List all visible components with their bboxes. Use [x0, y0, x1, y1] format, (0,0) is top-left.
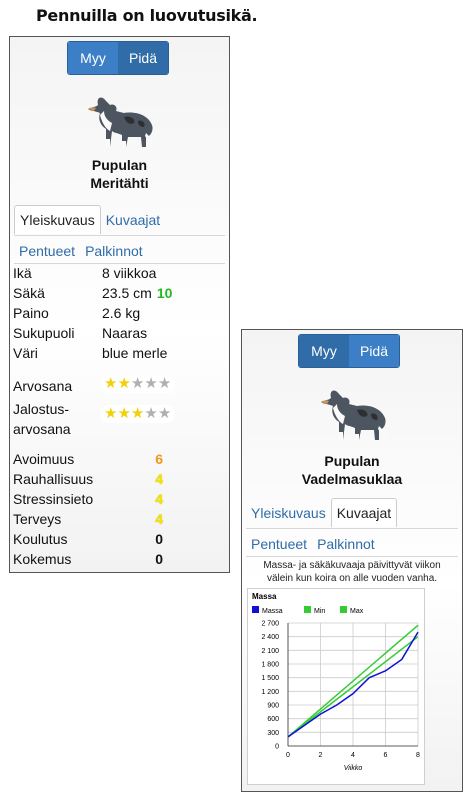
star-filled-icon: ★ [117, 405, 131, 422]
legend-swatch [252, 606, 259, 613]
tab-charts[interactable]: Kuvaajat [330, 498, 398, 527]
y-tick-label: 2 400 [261, 634, 279, 641]
star-empty-icon: ★ [157, 375, 172, 392]
y-tick-label: 2 100 [261, 648, 279, 655]
star-empty-icon: ★ [157, 405, 172, 422]
dog-card-vadelmasuklaa: Myy Pidä Pupulan Vadelmasuklaa Yleiskuva… [241, 329, 463, 792]
y-tick-label: 1 800 [261, 662, 279, 669]
stat-row-stress-tolerance: Stressinsieto 4 [13, 491, 163, 507]
x-tick-label: 2 [319, 752, 323, 759]
rating-label: Arvosana [13, 378, 73, 394]
star-empty-icon: ★ [144, 375, 158, 392]
star-filled-icon: ★ [104, 375, 118, 392]
x-tick-label: 8 [416, 752, 420, 759]
x-tick-label: 6 [384, 752, 388, 759]
dog-name-line1: Pupulan [91, 157, 148, 173]
stat-row-openness: Avoimuus 6 [13, 451, 163, 467]
dog-card-meritahti: Myy Pidä Pupulan Meritähti Yleiskuvaus K… [9, 36, 230, 573]
legend-label: Min [314, 608, 325, 615]
tab-litters[interactable]: Pentueet [246, 530, 312, 558]
mass-chart-svg: Massa Massa Min Max 0 300 600 900 1 200 1 500 1 80… [252, 592, 420, 772]
keep-button[interactable]: Pidä [349, 335, 399, 367]
legend-swatch [304, 606, 311, 613]
star-filled-icon: ★ [104, 405, 118, 422]
star-empty-icon: ★ [144, 405, 158, 422]
star-empty-icon: ★ [130, 375, 145, 392]
x-axis-label: Viikko [344, 765, 363, 772]
legend-label: Massa [262, 608, 283, 615]
info-row-weight: Paino 2.6 kg [13, 305, 141, 321]
dog-name-line2: Meritähti [90, 175, 149, 191]
dog-illustration [88, 97, 154, 147]
legend-swatch [340, 606, 347, 613]
stat-row-training: Koulutus 0 [13, 531, 163, 547]
y-tick-label: 900 [267, 703, 279, 710]
breeding-stars: ★ ★ ★ ★ ★ [100, 405, 176, 423]
y-tick-label: 300 [267, 730, 279, 737]
info-row-sex: Sukupuoli Naaras [13, 325, 148, 341]
keep-button[interactable]: Pidä [118, 42, 168, 74]
mass-chart: Massa Massa Min Max 0 300 600 900 1 200 1 500 1 80… [247, 588, 425, 785]
sell-button[interactable]: Myy [68, 42, 118, 74]
sell-button[interactable]: Myy [299, 335, 349, 367]
stat-row-experience: Kokemus 0 [13, 551, 163, 567]
height-badge: 10 [156, 285, 173, 301]
tab-awards[interactable]: Palkinnot [312, 530, 380, 558]
sell-keep-toggle: Myy Pidä [298, 334, 400, 368]
tab-overview[interactable]: Yleiskuvaus [246, 499, 331, 527]
y-tick-label: 1 500 [261, 675, 279, 682]
y-tick-label: 2 700 [261, 621, 279, 628]
sell-keep-toggle: Myy Pidä [67, 41, 169, 75]
dog-name-line2: Vadelmasuklaa [301, 471, 403, 487]
info-row-height: Säkä 23.5 cm 10 [13, 285, 173, 301]
x-tick-label: 0 [286, 752, 290, 759]
dog-name-line1: Pupulan [324, 453, 380, 469]
info-row-color: Väri blue merle [13, 345, 168, 361]
dog-illustration [321, 390, 387, 440]
y-tick-label: 600 [267, 716, 279, 723]
x-tick-label: 4 [351, 752, 355, 759]
star-filled-icon: ★ [130, 405, 145, 422]
tab-litters[interactable]: Pentueet [14, 237, 80, 265]
chart-title: Massa [252, 592, 277, 601]
stat-row-health: Terveys 4 [13, 511, 163, 527]
info-row-age: Ikä 8 viikkoa [13, 265, 157, 281]
y-tick-label: 0 [275, 744, 279, 751]
tab-charts[interactable]: Kuvaajat [101, 206, 165, 234]
star-filled-icon: ★ [117, 375, 131, 392]
chart-note-line1: Massa- ja säkäkuvaaja päivittyvät viikon [263, 560, 441, 571]
breeding-label-1: Jalostus- [13, 401, 70, 417]
stat-row-calmness: Rauhallisuus 4 [13, 471, 163, 487]
rating-stars: ★ ★ ★ ★ ★ [100, 375, 176, 393]
breeding-label-2: arvosana [13, 421, 71, 437]
tab-awards[interactable]: Palkinnot [80, 237, 148, 265]
page-heading: Pennuilla on luovutusikä. [36, 6, 258, 25]
tab-overview[interactable]: Yleiskuvaus [14, 205, 101, 234]
legend-label: Max [350, 608, 364, 615]
chart-note-line2: välein kun koira on alle vuoden vanha. [266, 573, 438, 584]
y-tick-label: 1 200 [261, 689, 279, 696]
